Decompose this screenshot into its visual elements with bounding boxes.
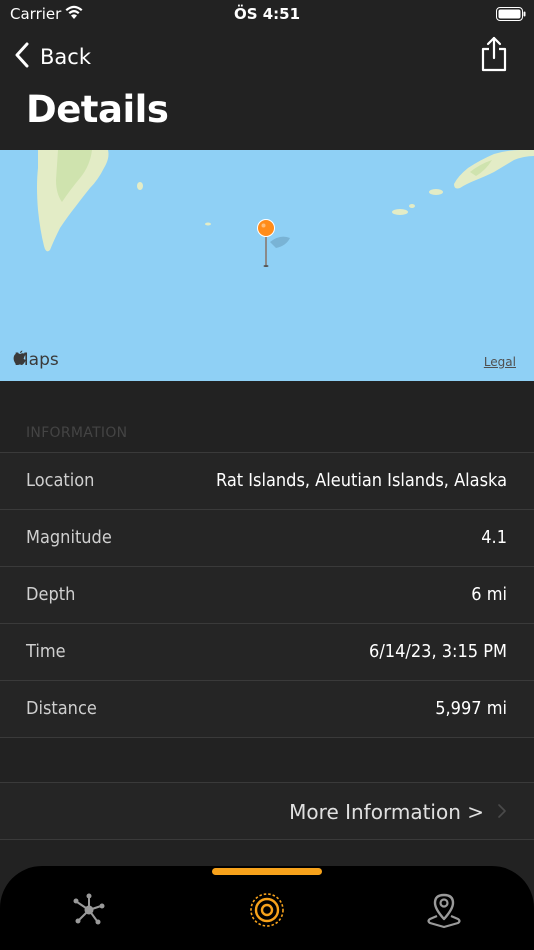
info-label: Distance	[26, 698, 97, 719]
share-icon	[480, 36, 508, 76]
back-button[interactable]: Back	[14, 40, 91, 74]
info-value: 6 mi	[471, 584, 507, 605]
tab-earthquakes[interactable]	[247, 890, 287, 930]
page-title: Details	[26, 88, 169, 131]
info-row-time: Time 6/14/23, 3:15 PM	[0, 624, 534, 681]
location-pin-icon	[424, 890, 464, 930]
info-row-distance: Distance 5,997 mi	[0, 681, 534, 738]
info-label: Magnitude	[26, 527, 112, 548]
info-row-location: Location Rat Islands, Aleutian Islands, …	[0, 453, 534, 510]
info-label: Depth	[26, 584, 76, 605]
status-time: ÖS 4:51	[233, 5, 301, 23]
info-value: 5,997 mi	[435, 698, 507, 719]
back-label: Back	[40, 45, 91, 69]
navigation-bar: Back	[0, 34, 534, 78]
tab-bar	[0, 866, 534, 950]
info-value: 6/14/23, 3:15 PM	[369, 641, 507, 662]
legal-link[interactable]: Legal	[484, 355, 516, 369]
tab-network[interactable]	[69, 890, 109, 930]
info-value: 4.1	[481, 527, 507, 548]
more-information-label: More Information >	[289, 800, 484, 824]
more-information-button[interactable]: More Information >	[0, 782, 534, 840]
battery-icon	[496, 7, 526, 25]
status-bar: Carrier ÖS 4:51	[0, 0, 534, 30]
chevron-left-icon	[14, 42, 30, 73]
map-terrain	[37, 150, 534, 267]
info-row-depth: Depth 6 mi	[0, 567, 534, 624]
info-value: Rat Islands, Aleutian Islands, Alaska	[216, 470, 507, 491]
tab-map[interactable]	[424, 890, 464, 930]
section-header-information: INFORMATION	[26, 425, 128, 441]
info-label: Location	[26, 470, 95, 491]
information-list: Location Rat Islands, Aleutian Islands, …	[0, 452, 534, 738]
map-view[interactable]: Maps Legal	[0, 150, 534, 381]
maps-logo: Maps	[13, 350, 59, 370]
info-label: Time	[26, 641, 66, 662]
network-icon	[69, 890, 109, 930]
share-button[interactable]	[480, 36, 508, 76]
tab-selection-indicator	[212, 868, 322, 875]
info-row-magnitude: Magnitude 4.1	[0, 510, 534, 567]
target-icon	[247, 890, 287, 930]
chevron-right-icon	[498, 803, 506, 822]
